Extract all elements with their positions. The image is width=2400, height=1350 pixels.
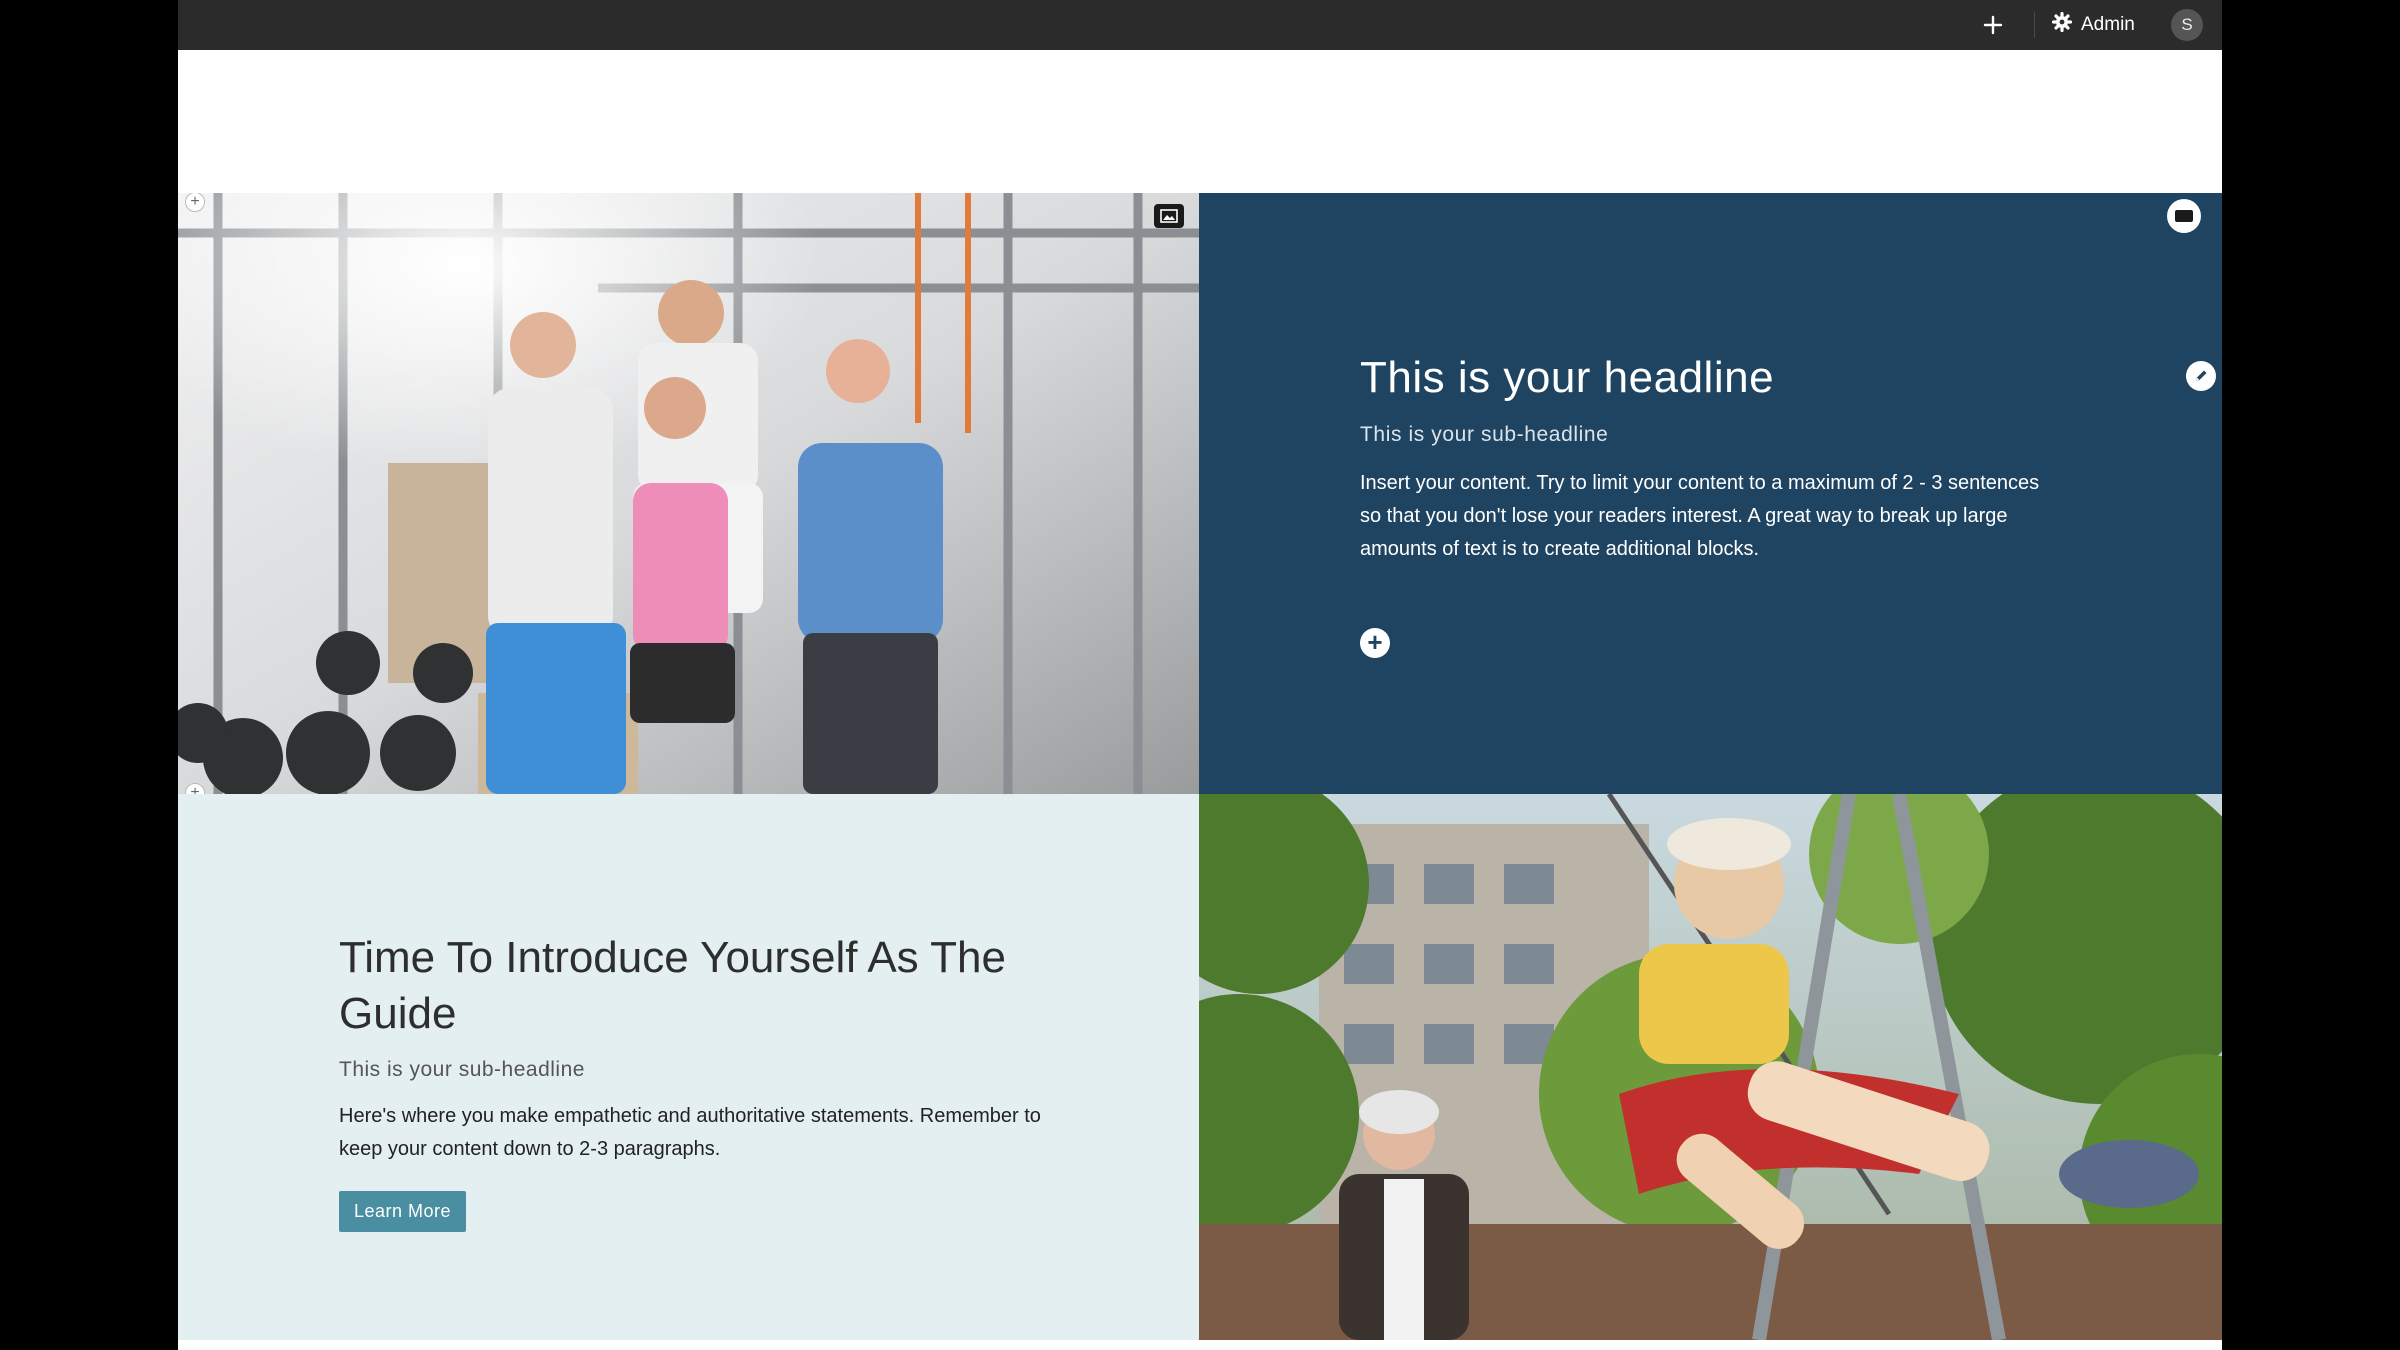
admin-toolbar: Admin S xyxy=(178,0,2222,50)
intro-section: Time To Introduce Yourself As The Guide … xyxy=(178,794,1199,1340)
sub-headline: This is your sub-headline xyxy=(339,1058,585,1081)
plus-icon[interactable] xyxy=(1978,10,2008,40)
child-swing-image xyxy=(1199,794,2222,1340)
learn-more-button[interactable]: Learn More xyxy=(339,1191,467,1232)
avatar[interactable]: S xyxy=(2171,9,2203,41)
image-icon[interactable] xyxy=(1154,204,1184,228)
add-block-plus-icon[interactable]: + xyxy=(1360,628,1390,658)
admin-label: Admin xyxy=(2081,14,2135,35)
add-section-plus-icon[interactable]: + xyxy=(185,193,205,212)
page: Admin S + + This is your headline This i… xyxy=(178,0,2222,1350)
headline: Time To Introduce Yourself As The Guide xyxy=(339,933,1006,1038)
gear-icon xyxy=(2051,11,2073,38)
headline: This is your headline xyxy=(1360,353,1775,402)
gym-team-image: + + xyxy=(178,193,1199,794)
sub-headline: This is your sub-headline xyxy=(1360,423,1609,446)
toolbar-divider xyxy=(2034,12,2035,38)
intro-text-block[interactable]: Time To Introduce Yourself As The Guide … xyxy=(339,930,1059,1232)
feature-text-block[interactable]: This is your headline This is your sub-h… xyxy=(1360,353,2050,566)
admin-menu-button[interactable]: Admin xyxy=(2051,11,2135,39)
page-bottom-edge xyxy=(178,1340,2222,1350)
body-text: Here's where you make empathetic and aut… xyxy=(339,1105,1041,1160)
header-spacer xyxy=(178,50,2222,193)
feature-section: This is your headline This is your sub-h… xyxy=(1199,193,2222,794)
body-text: Insert your content. Try to limit your c… xyxy=(1360,472,2040,560)
background-settings-icon[interactable] xyxy=(2167,199,2201,233)
edit-pencil-icon[interactable] xyxy=(2186,361,2216,391)
